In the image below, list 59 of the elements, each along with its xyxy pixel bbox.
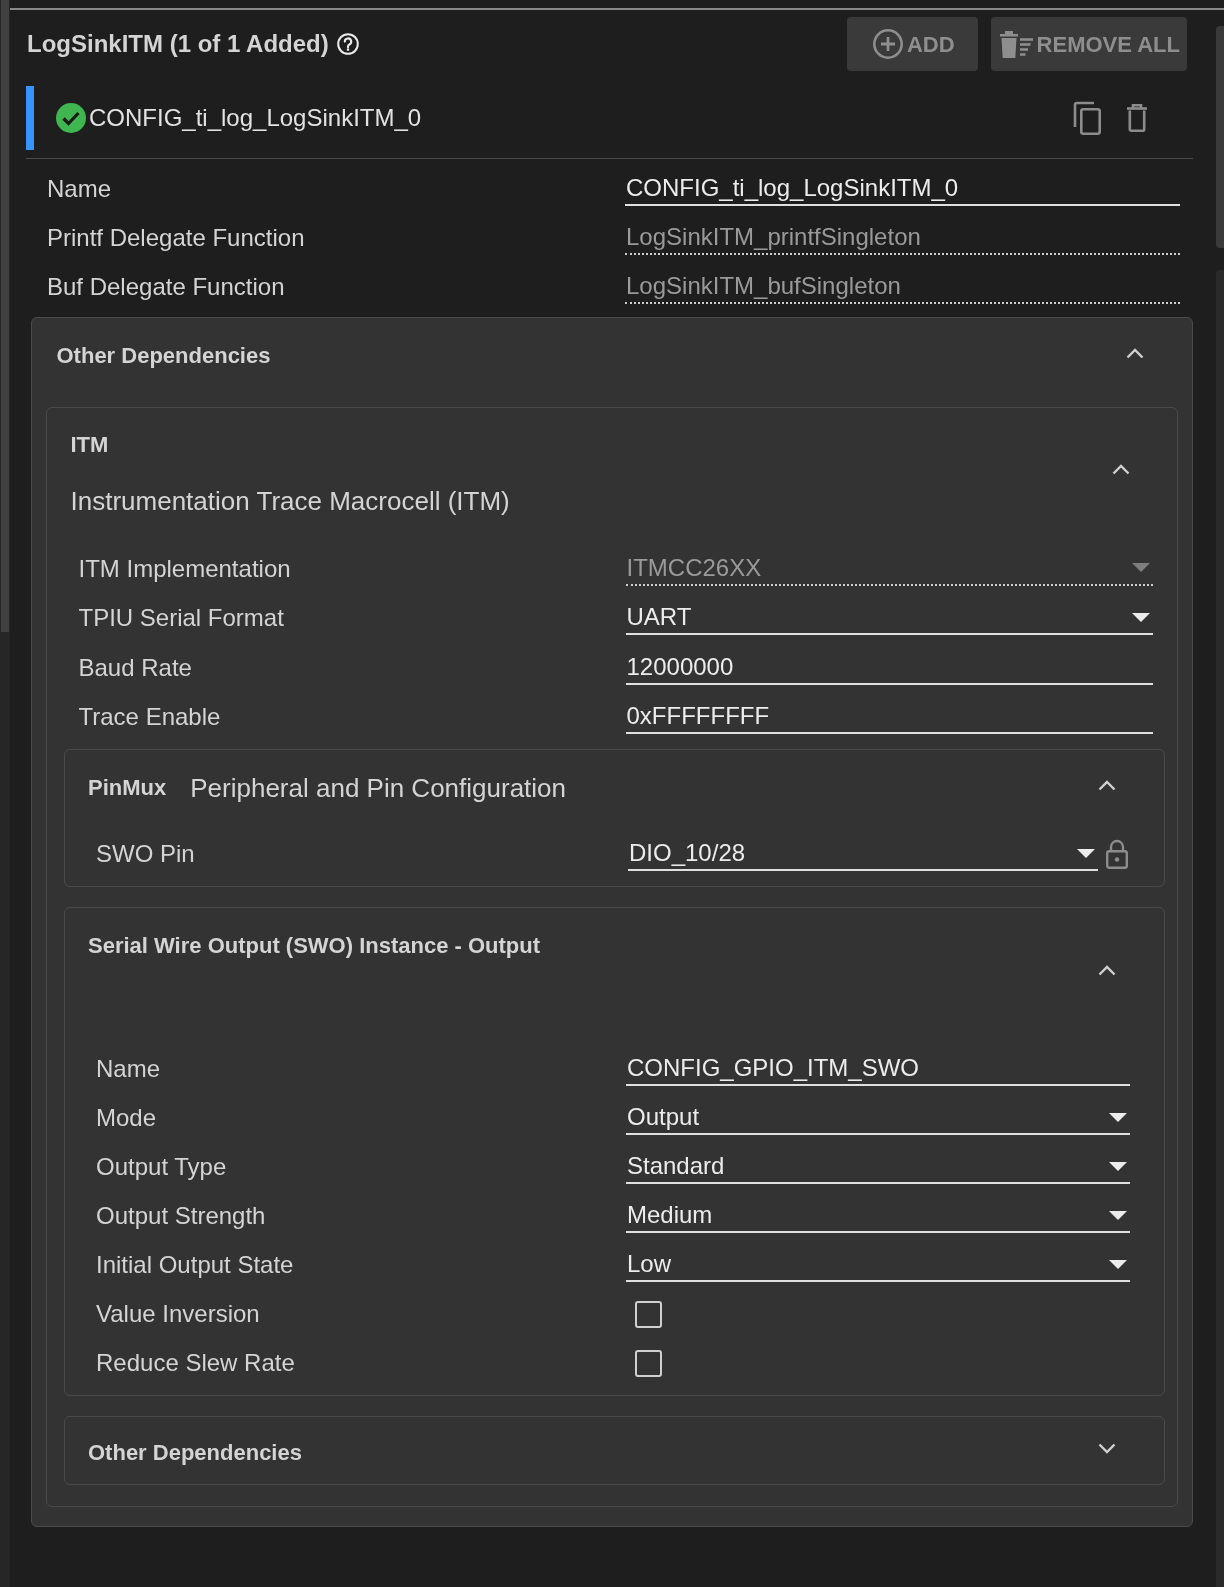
panel-title: LogSinkITM (1 of 1 Added) <box>27 29 329 59</box>
field-label: SWO Pin <box>96 839 196 869</box>
plus-circle-icon <box>872 29 903 59</box>
field-label: Output Strength <box>96 1201 267 1231</box>
field-label: Initial Output State <box>96 1250 295 1280</box>
field-label: Value Inversion <box>96 1299 261 1329</box>
trash-icon[interactable] <box>1126 104 1148 132</box>
checkbox[interactable] <box>635 1349 662 1377</box>
help-icon[interactable] <box>336 33 359 55</box>
module-title: ITM <box>70 431 110 459</box>
field-label: Trace Enable <box>78 702 222 733</box>
padlock-icon[interactable] <box>1106 839 1128 869</box>
scrollbar-thumb[interactable] <box>1216 26 1224 248</box>
field-label: Printf Delegate Function <box>47 222 306 253</box>
group-subtitle: Peripheral and Pin Configuration <box>190 771 567 805</box>
dropdown-field[interactable]: Medium <box>626 1199 1130 1233</box>
chevron-icon[interactable] <box>1098 1443 1116 1454</box>
text-field[interactable]: CONFIG_GPIO_ITM_SWO <box>626 1052 1130 1086</box>
dropdown-field[interactable]: Standard <box>626 1150 1130 1184</box>
chevron-icon[interactable] <box>1125 347 1144 359</box>
text-field[interactable]: 12000000 <box>625 650 1153 685</box>
scrollbar-thumb[interactable] <box>1 0 9 632</box>
field-label: TPIU Serial Format <box>78 603 285 634</box>
field-label: Mode <box>96 1103 158 1133</box>
group-title: Other Dependencies <box>88 1438 302 1467</box>
group-title: PinMux <box>88 773 167 802</box>
text-field[interactable]: LogSinkITM_printfSingleton <box>625 220 1180 255</box>
field-label: Name <box>96 1054 162 1084</box>
field-label: Buf Delegate Function <box>47 271 286 302</box>
field-label: Output Type <box>96 1152 228 1182</box>
caret-icon <box>1109 1210 1127 1220</box>
copy-icon[interactable] <box>1073 101 1101 135</box>
caret-icon <box>1109 1112 1127 1122</box>
module-subtitle: Instrumentation Trace Macrocell (ITM) <box>70 485 510 518</box>
field-label: Reduce Slew Rate <box>96 1348 296 1378</box>
chevron-icon[interactable] <box>1111 464 1130 475</box>
caret-icon <box>1077 848 1095 858</box>
text-field[interactable]: 0xFFFFFFFF <box>625 700 1153 735</box>
section-title: Other Dependencies <box>56 341 271 370</box>
caret-icon <box>1109 1161 1127 1171</box>
trash-list-icon <box>998 30 1033 58</box>
field-label: Name <box>47 173 113 204</box>
chevron-icon[interactable] <box>1098 964 1116 976</box>
dropdown-field[interactable]: UART <box>625 601 1153 636</box>
text-field[interactable]: LogSinkITM_bufSingleton <box>625 269 1180 304</box>
dropdown-field[interactable]: Output <box>626 1101 1130 1135</box>
dropdown-field[interactable]: DIO_10/28 <box>628 837 1098 871</box>
group-title: Serial Wire Output (SWO) Instance - Output <box>88 931 541 960</box>
chevron-icon[interactable] <box>1098 779 1116 791</box>
checkbox[interactable] <box>635 1300 662 1328</box>
caret-icon <box>1131 612 1150 622</box>
dropdown-field[interactable]: Low <box>626 1248 1130 1282</box>
text-field[interactable]: CONFIG_ti_log_LogSinkITM_0 <box>625 171 1180 206</box>
caret-icon <box>1109 1259 1127 1269</box>
dropdown-field[interactable]: ITMCC26XX <box>625 551 1153 586</box>
field-label: ITM Implementation <box>78 553 292 584</box>
caret-icon <box>1131 563 1150 573</box>
field-label: Baud Rate <box>78 652 193 683</box>
instance-name[interactable]: CONFIG_ti_log_LogSinkITM_0 <box>89 100 422 136</box>
